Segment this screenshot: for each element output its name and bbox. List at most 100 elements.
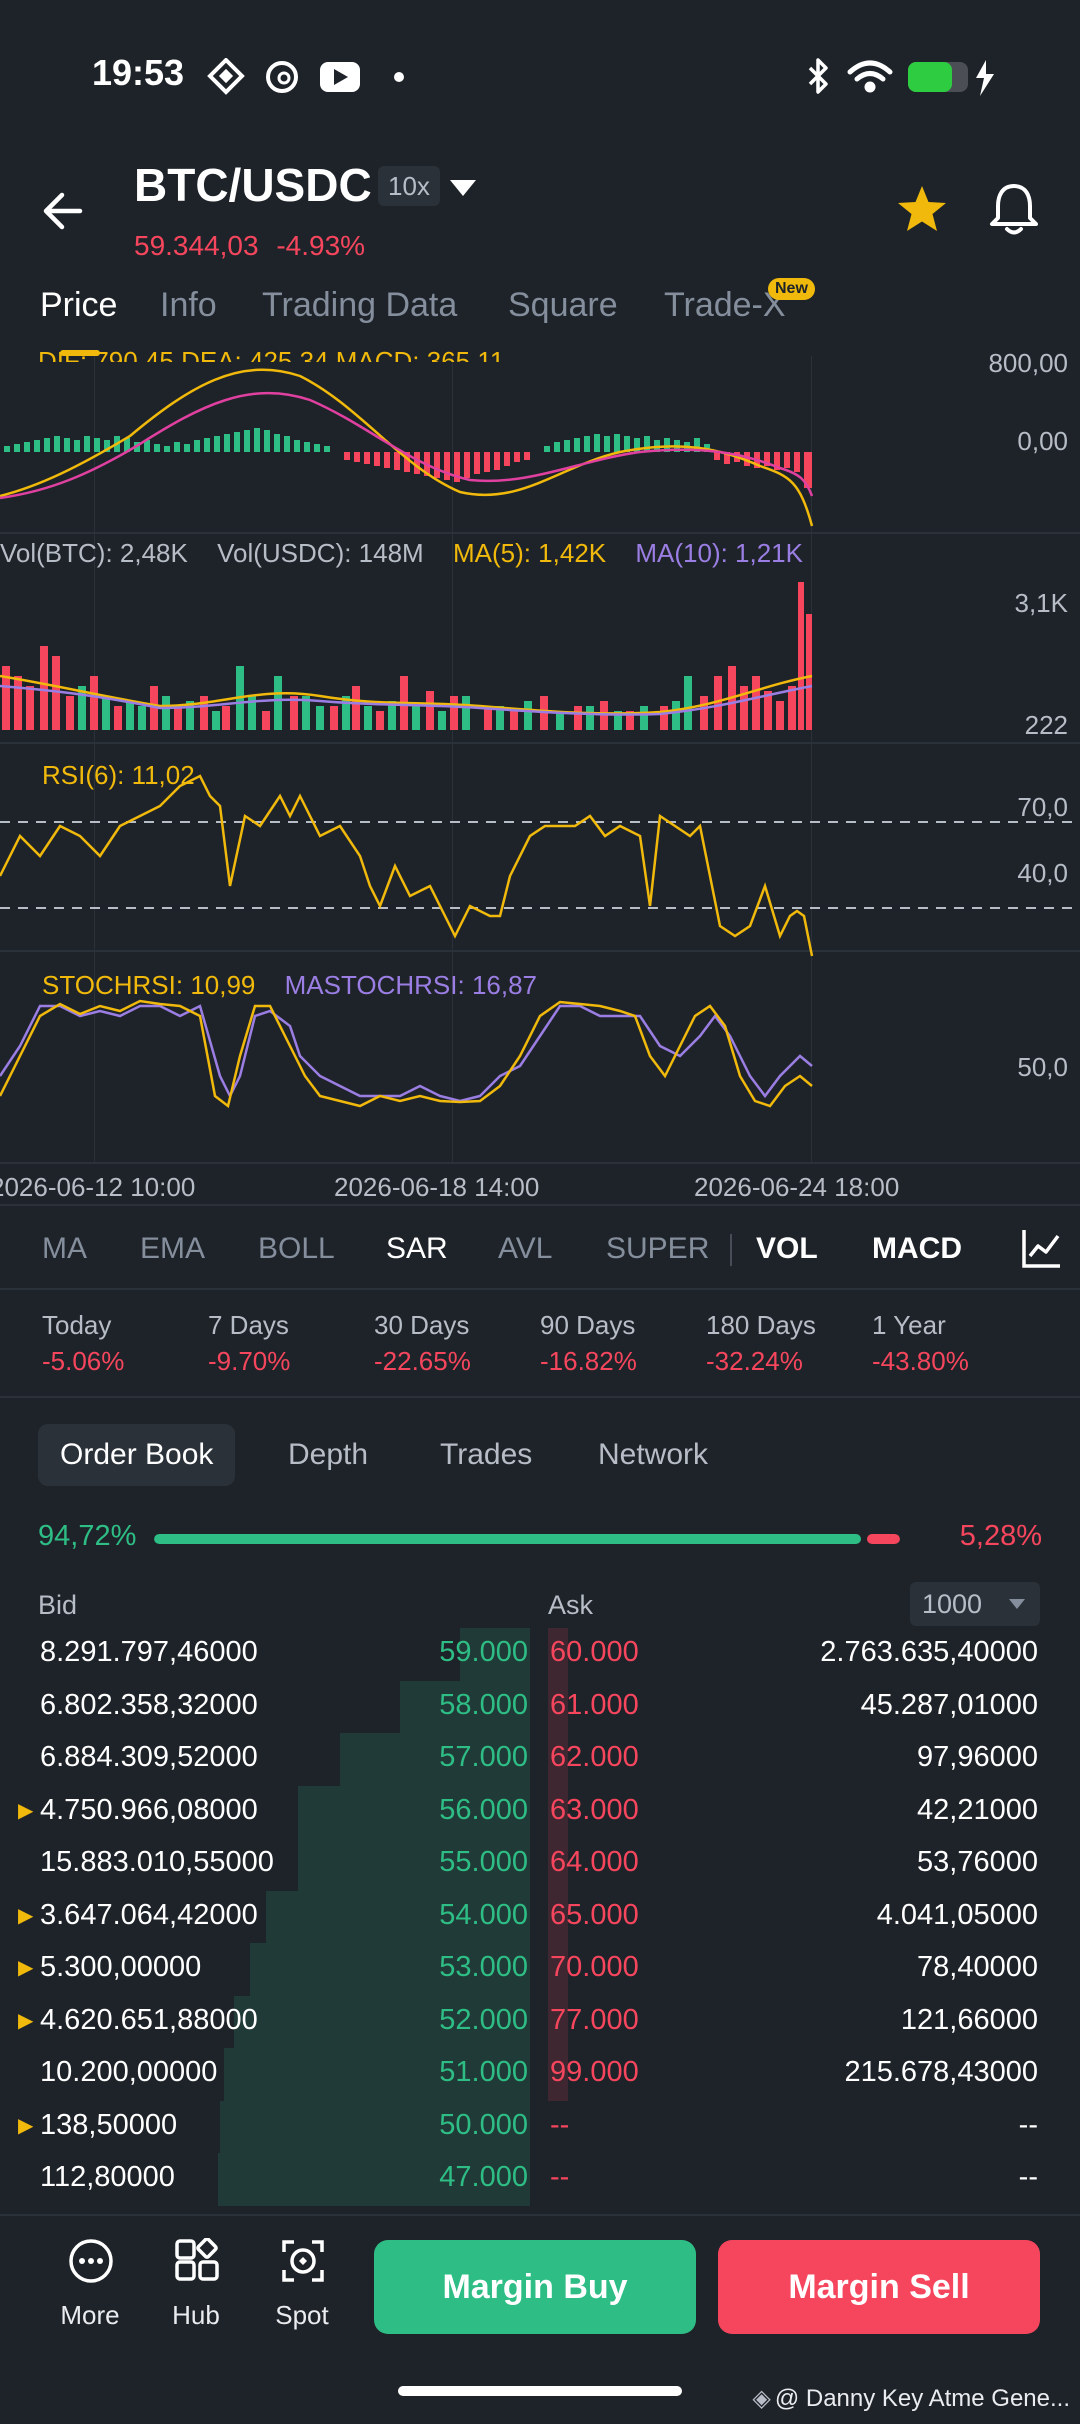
hub-button[interactable]: Hub [156, 2238, 236, 2338]
price-value: 59.344,03 [134, 230, 259, 261]
status-system-icons [808, 58, 994, 96]
perf-value-1y: -43.80% [872, 1346, 969, 1376]
hub-icon [175, 2238, 219, 2281]
chevron-down-icon [1009, 1599, 1025, 1609]
indicator-ma[interactable]: MA [42, 1232, 87, 1266]
divider [0, 1204, 1080, 1206]
bid-price: 58.000 [439, 1688, 528, 1721]
bid-price: 54.000 [439, 1898, 528, 1931]
divider [0, 1396, 1080, 1398]
order-book-row[interactable]: ▶ 3.647.064,42000 54.000 65.000 4.041,05000 [0, 1899, 1080, 1952]
ask-price: 99.000 [550, 2056, 639, 2088]
pair-title[interactable]: BTC/USDC [134, 158, 372, 212]
chart-settings-icon[interactable] [1020, 1226, 1064, 1270]
order-book-row[interactable]: ▶ 4.750.966,08000 56.000 63.000 42,21000 [0, 1794, 1080, 1847]
order-book-row[interactable]: ▶ 138,50000 50.000 -- -- [0, 2109, 1080, 2162]
pair-dropdown-icon[interactable] [448, 178, 478, 198]
back-arrow-icon[interactable] [40, 186, 90, 236]
tab-trading-data[interactable]: Trading Data [262, 286, 457, 325]
macd-histogram [0, 368, 814, 527]
youtube-icon [320, 62, 360, 92]
rsi-axis-70: 70,0 [1017, 792, 1068, 822]
home-indicator[interactable] [398, 2386, 682, 2396]
bid-quantity: 112,80000 [40, 2161, 175, 2193]
indicator-macd[interactable]: MACD [872, 1232, 962, 1266]
tab-info[interactable]: Info [160, 286, 217, 325]
tab-order-book[interactable]: Order Book [38, 1424, 236, 1486]
vol-ma10: MA(10): 1,21K [635, 538, 803, 568]
perf-value-today: -5.06% [42, 1346, 125, 1376]
order-marker-icon: ▶ [18, 2009, 34, 2032]
ask-quantity: 121,66000 [900, 2003, 1038, 2036]
perf-label-30d: 30 Days [374, 1310, 470, 1340]
order-book-row[interactable]: 6.802.358,32000 58.000 61.000 45.287,01000 [0, 1689, 1080, 1742]
indicator-divider [730, 1234, 732, 1266]
indicator-boll[interactable]: BOLL [258, 1232, 335, 1266]
indicator-super[interactable]: SUPER [606, 1232, 709, 1266]
tab-depth[interactable]: Depth [266, 1424, 390, 1486]
perf-label-90d: 90 Days [540, 1310, 636, 1340]
order-book-row[interactable]: ▶ 5.300,00000 53.000 70.000 78,40000 [0, 1951, 1080, 2004]
ask-price: 62.000 [550, 1741, 639, 1773]
ask-quantity: -- [1018, 2161, 1038, 2193]
order-marker-icon: ▶ [18, 1904, 34, 1927]
mastochrsi-value: MASTOCHRSI: 16,87 [284, 970, 538, 1000]
status-time: 19:53 [92, 52, 185, 93]
rsi-line [0, 774, 1080, 957]
order-book-row[interactable]: 15.883.010,55000 55.000 64.000 53,76000 [0, 1846, 1080, 1899]
order-book-row[interactable]: 10.200,00000 51.000 99.000 215.678,43000 [0, 2056, 1080, 2109]
order-book-row[interactable]: 6.884.309,52000 57.000 62.000 97,96000 [0, 1741, 1080, 1794]
spot-button[interactable]: Spot [262, 2238, 342, 2338]
ask-price: -- [550, 2108, 570, 2141]
order-marker-icon: ▶ [18, 2114, 34, 2137]
bid-quantity: 138,50000 [40, 2108, 178, 2141]
ratio-bar-ask [866, 1534, 900, 1544]
bid-ratio: 94,72% [38, 1520, 137, 1552]
ask-quantity: 45.287,01000 [860, 1688, 1038, 1721]
indicator-avl[interactable]: AVL [498, 1232, 552, 1266]
perf-value-7d: -9.70% [208, 1346, 291, 1376]
precision-select[interactable]: 1000 [910, 1582, 1040, 1626]
ask-price: 60.000 [550, 1636, 639, 1668]
date-label-2: 2026-06-18 14:00 [334, 1172, 540, 1202]
tab-trades[interactable]: Trades [418, 1424, 554, 1486]
tab-network[interactable]: Network [576, 1424, 730, 1486]
tab-square[interactable]: Square [508, 286, 618, 325]
ask-quantity: -- [1018, 2108, 1038, 2141]
new-badge: New [768, 278, 815, 300]
perf-label-180d: 180 Days [706, 1310, 816, 1340]
more-button[interactable]: More [50, 2238, 130, 2338]
divider [0, 1288, 1080, 1290]
ask-price: 77.000 [550, 2003, 639, 2036]
perf-value-30d: -22.65% [374, 1346, 471, 1376]
volume-legend: Vol(BTC): 2,48K Vol(USDC): 148M MA(5): 1… [0, 538, 803, 569]
order-marker-icon: ▶ [18, 1957, 34, 1979]
perf-label-1y: 1 Year [872, 1310, 946, 1340]
favorite-star-icon[interactable] [896, 184, 948, 236]
date-label-3: 2026-06-24 18:00 [694, 1172, 900, 1202]
indicator-vol[interactable]: VOL [756, 1232, 818, 1266]
tab-trade-x[interactable]: Trade-X [664, 286, 786, 325]
rsi-label: RSI(6): 11,02 [42, 760, 195, 790]
ask-price: 70.000 [550, 1951, 639, 1983]
ask-header: Ask [548, 1590, 594, 1620]
tab-price[interactable]: Price [40, 286, 117, 325]
margin-sell-button[interactable]: Margin Sell [718, 2240, 1040, 2334]
threads-icon [266, 61, 298, 93]
indicator-ema[interactable]: EMA [140, 1232, 205, 1266]
indicator-sar[interactable]: SAR [386, 1232, 448, 1266]
ask-price: 63.000 [550, 1793, 639, 1826]
ask-quantity: 4.041,05000 [876, 1898, 1038, 1931]
order-book-row[interactable]: ▶ 4.620.651,88000 52.000 77.000 121,66000 [0, 2004, 1080, 2057]
watermark-text: @ Danny Key Atme Gene... [774, 2385, 1070, 2412]
perf-label-today: Today [42, 1310, 112, 1340]
order-book-row[interactable]: 112,80000 47.000 -- -- [0, 2161, 1080, 2214]
leverage-badge[interactable]: 10x [378, 166, 440, 206]
margin-buy-button[interactable]: Margin Buy [374, 2240, 696, 2334]
ask-quantity: 53,76000 [917, 1846, 1038, 1878]
order-book-row[interactable]: 8.291.797,46000 59.000 60.000 2.763.635,400… [0, 1636, 1080, 1689]
volume-axis-bottom: 222 [1024, 710, 1068, 740]
stochrsi-legend: STOCHRSI: 10,99 MASTOCHRSI: 16,87 [42, 970, 537, 1001]
watermark: ◈ @ Danny Key Atme Gene... [752, 2384, 1070, 2413]
bell-icon[interactable] [986, 180, 1042, 238]
